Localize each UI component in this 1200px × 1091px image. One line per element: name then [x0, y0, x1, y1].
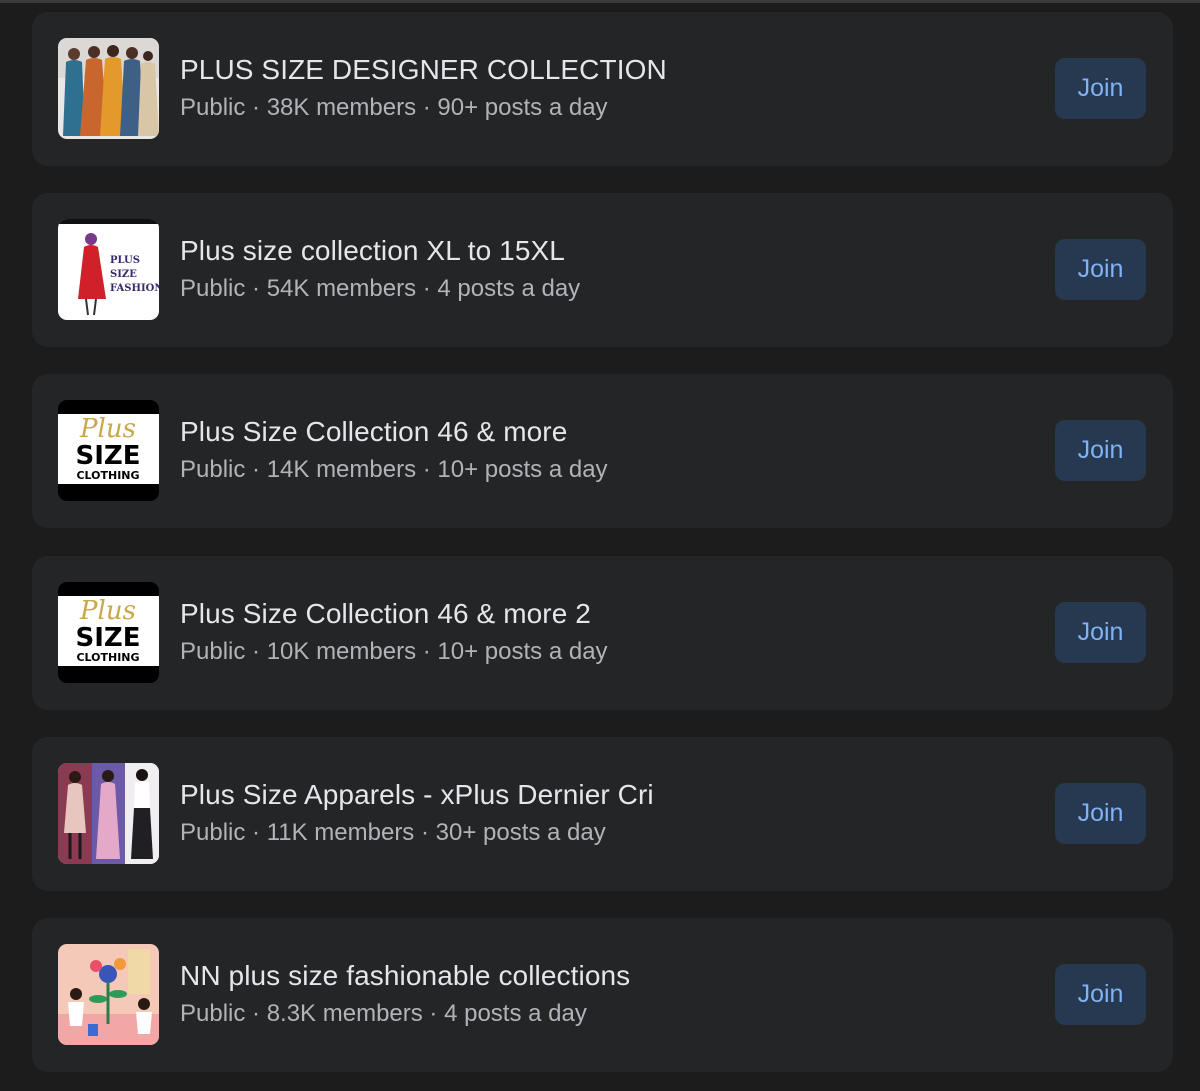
- women-in-gowns-photo: [58, 38, 159, 139]
- group-card[interactable]: Plus SIZE CLOTHING Plus Size Collection …: [32, 374, 1173, 528]
- group-meta: Public · 38K members · 90+ posts a day: [180, 94, 608, 121]
- group-thumbnail[interactable]: Plus SIZE CLOTHING: [58, 400, 159, 501]
- group-thumbnail[interactable]: PLUS SIZE FASHION: [58, 219, 159, 320]
- join-button[interactable]: Join: [1055, 420, 1146, 481]
- group-list: PLUS SIZE DESIGNER COLLECTION Public · 3…: [0, 0, 1200, 1091]
- group-card[interactable]: Plus SIZE CLOTHING Plus Size Collection …: [32, 556, 1173, 710]
- group-card[interactable]: Plus Size Apparels - xPlus Dernier Cri P…: [32, 737, 1173, 891]
- join-button[interactable]: Join: [1055, 783, 1146, 844]
- logo-text: PLUS: [110, 255, 140, 266]
- logo-text: CLOTHING: [76, 469, 139, 482]
- logo-text: CLOTHING: [76, 651, 139, 664]
- illustration-people-plants: [58, 944, 159, 1045]
- group-thumbnail[interactable]: [58, 763, 159, 864]
- group-card[interactable]: PLUS SIZE FASHION Plus size collection X…: [32, 193, 1173, 347]
- join-button[interactable]: Join: [1055, 58, 1146, 119]
- group-name[interactable]: Plus size collection XL to 15XL: [180, 235, 565, 267]
- group-meta: Public · 8.3K members · 4 posts a day: [180, 1000, 587, 1027]
- logo-text: SIZE: [75, 623, 140, 653]
- group-thumbnail[interactable]: Plus SIZE CLOTHING: [58, 582, 159, 683]
- plus-size-fashion-logo: PLUS SIZE FASHION: [58, 219, 159, 320]
- logo-text: SIZE: [110, 269, 137, 280]
- group-card[interactable]: NN plus size fashionable collections Pub…: [32, 918, 1173, 1072]
- group-thumbnail[interactable]: [58, 38, 159, 139]
- join-button[interactable]: Join: [1055, 964, 1146, 1025]
- logo-text: SIZE: [75, 441, 140, 471]
- logo-text: Plus: [79, 414, 136, 444]
- group-name[interactable]: Plus Size Collection 46 & more: [180, 416, 567, 448]
- group-thumbnail[interactable]: [58, 944, 159, 1045]
- group-name[interactable]: Plus Size Apparels - xPlus Dernier Cri: [180, 779, 654, 811]
- group-name[interactable]: NN plus size fashionable collections: [180, 960, 630, 992]
- logo-text: FASHION: [110, 283, 159, 294]
- join-button[interactable]: Join: [1055, 602, 1146, 663]
- group-name[interactable]: PLUS SIZE DESIGNER COLLECTION: [180, 54, 667, 86]
- group-meta: Public · 14K members · 10+ posts a day: [180, 456, 608, 483]
- logo-text: Plus: [79, 596, 136, 626]
- group-meta: Public · 10K members · 10+ posts a day: [180, 638, 608, 665]
- join-button[interactable]: Join: [1055, 239, 1146, 300]
- group-meta: Public · 11K members · 30+ posts a day: [180, 819, 606, 846]
- group-meta: Public · 54K members · 4 posts a day: [180, 275, 581, 302]
- group-card[interactable]: PLUS SIZE DESIGNER COLLECTION Public · 3…: [32, 12, 1173, 166]
- group-name[interactable]: Plus Size Collection 46 & more 2: [180, 598, 591, 630]
- plus-size-clothing-logo: Plus SIZE CLOTHING: [58, 400, 159, 501]
- three-models-photo: [58, 763, 159, 864]
- plus-size-clothing-logo: Plus SIZE CLOTHING: [58, 582, 159, 683]
